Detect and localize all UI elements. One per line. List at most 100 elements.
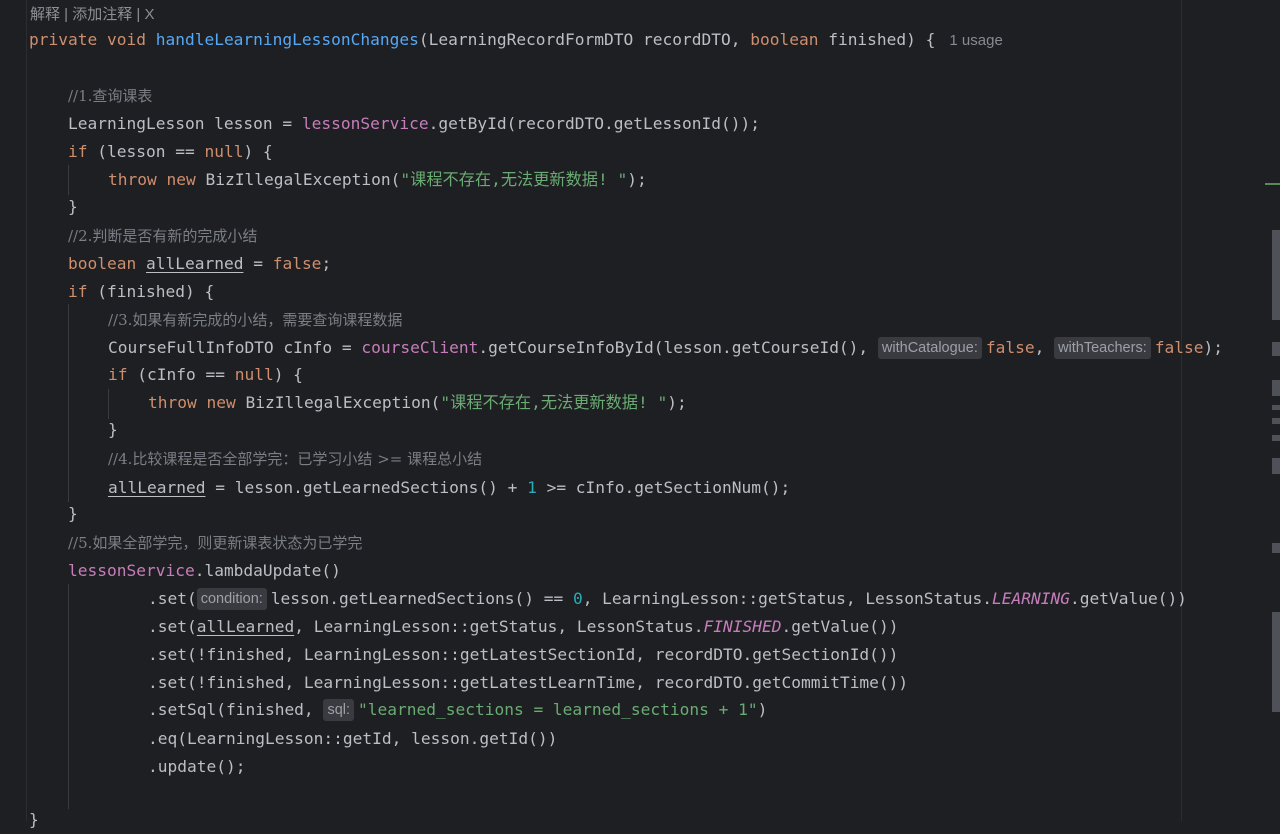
- method-params: (LearningRecordFormDTO recordDTO,: [418, 30, 751, 49]
- code-line-set-learn-time[interactable]: .set(!finished, LearningLesson::getLates…: [148, 669, 908, 697]
- keyword-new: new: [166, 170, 196, 189]
- scrollbar-marker: [1272, 230, 1280, 320]
- enum-finished: FINISHED: [703, 617, 782, 636]
- scrollbar-marker: [1272, 418, 1280, 424]
- code-text: .getById(recordDTO.getLessonId());: [428, 114, 760, 133]
- param-hint-sql[interactable]: sql:: [323, 699, 355, 721]
- code-text: .lambdaUpdate(): [194, 561, 341, 580]
- code-line-comment-3[interactable]: //3.如果有新完成的小结，需要查询课程数据: [108, 306, 402, 334]
- enum-learning: LEARNING: [992, 589, 1070, 608]
- code-line-comment-2[interactable]: //2.判断是否有新的完成小结: [68, 222, 257, 250]
- keyword-if: if: [68, 142, 88, 161]
- string-literal: "课程不存在,无法更新数据! ": [400, 170, 628, 189]
- ai-action-hints[interactable]: 解释 | 添加注释 | X: [30, 5, 154, 25]
- usage-hint[interactable]: 1 usage: [949, 32, 1002, 49]
- indent-guide: [68, 584, 69, 809]
- code-text: (lesson ==: [87, 142, 205, 161]
- number-literal: 0: [572, 589, 583, 608]
- field-lesson-service: lessonService: [68, 561, 195, 580]
- code-line-get-lesson[interactable]: LearningLesson lesson = lessonService.ge…: [68, 110, 760, 138]
- code-line-all-learned-decl[interactable]: boolean allLearned = false;: [68, 250, 331, 278]
- code-text: ) {: [273, 365, 303, 384]
- code-line-lambda-update[interactable]: lessonService.lambdaUpdate(): [68, 557, 341, 585]
- param-hint-with-catalogue[interactable]: withCatalogue:: [877, 337, 982, 359]
- method-params-end: finished) {: [818, 30, 936, 49]
- keyword-void: void: [106, 30, 146, 49]
- code-text: (cInfo ==: [127, 365, 235, 384]
- code-line-if-null[interactable]: if (lesson == null) {: [68, 138, 273, 166]
- comment: //5.如果全部学完，则更新课表状态为已学完: [68, 534, 363, 552]
- code-line-set-finished[interactable]: .set(allLearned, LearningLesson::getStat…: [148, 613, 898, 641]
- code-line-comment-4[interactable]: //4.比较课程是否全部学完：已学习小结 >= 课程总小结: [108, 445, 482, 473]
- code-text: .eq(LearningLesson::getId, lesson.getId(…: [148, 729, 558, 748]
- code-text: (finished) {: [87, 282, 215, 301]
- field-course-client: courseClient: [361, 338, 479, 357]
- code-line-if-finished[interactable]: if (finished) {: [68, 278, 214, 306]
- code-text: ,: [1034, 338, 1055, 357]
- string-literal: "learned_sections = learned_sections + 1…: [358, 700, 758, 719]
- keyword-null: null: [204, 142, 244, 161]
- indent-guide: [68, 165, 69, 195]
- param-hint-with-teachers[interactable]: withTeachers:: [1054, 337, 1151, 359]
- code-line-throw-2[interactable]: throw new BizIllegalException("课程不存在,无法更…: [148, 389, 687, 417]
- code-line-close-brace[interactable]: }: [108, 416, 118, 444]
- comment: //1.查询课表: [68, 87, 153, 105]
- code-text: ): [757, 700, 768, 719]
- code-line-comment-5[interactable]: //5.如果全部学完，则更新课表状态为已学完: [68, 529, 362, 557]
- indent-guide: [108, 389, 109, 419]
- code-line-close-brace[interactable]: }: [68, 193, 78, 221]
- code-line-method-end[interactable]: }: [29, 806, 39, 834]
- brace: }: [68, 197, 78, 216]
- code-line-set-section-id[interactable]: .set(!finished, LearningLesson::getLates…: [148, 641, 898, 669]
- scrollbar-marker: [1272, 380, 1280, 396]
- gutter-divider: [26, 0, 27, 821]
- method-name[interactable]: handleLearningLessonChanges: [156, 30, 419, 49]
- scrollbar-marker: [1272, 543, 1280, 553]
- code-text: .getCourseInfoById(lesson.getCourseId(),: [478, 338, 878, 357]
- code-line-update[interactable]: .update();: [148, 753, 245, 781]
- scrollbar-marker: [1272, 405, 1280, 410]
- keyword-false: false: [1154, 338, 1204, 357]
- code-text: CourseFullInfoDTO cInfo =: [108, 338, 362, 357]
- code-text: lesson.getLearnedSections() ==: [270, 589, 573, 608]
- keyword-throw: throw: [108, 170, 157, 189]
- code-line-close-brace[interactable]: }: [68, 500, 78, 528]
- exception-class: BizIllegalException(: [235, 393, 441, 412]
- code-text: = lesson.getLearnedSections() +: [205, 478, 528, 497]
- scrollbar-marker: [1272, 435, 1280, 441]
- code-text: .getValue()): [1069, 589, 1187, 608]
- brace: }: [68, 504, 78, 523]
- code-line-all-learned-assign[interactable]: allLearned = lesson.getLearnedSections()…: [108, 474, 790, 502]
- method-signature-line[interactable]: private void handleLearningLessonChanges…: [29, 26, 1003, 54]
- code-text: , LearningLesson::getStatus, LessonStatu…: [294, 617, 704, 636]
- comment: //2.判断是否有新的完成小结: [68, 227, 258, 245]
- code-text: .set(!finished, LearningLesson::getLates…: [148, 645, 899, 664]
- editor-scrollbar[interactable]: [1265, 0, 1280, 821]
- comment: //3.如果有新完成的小结，需要查询课程数据: [108, 311, 403, 329]
- keyword-false: false: [985, 338, 1035, 357]
- code-text: .set(: [148, 617, 197, 636]
- code-line-eq[interactable]: .eq(LearningLesson::getId, lesson.getId(…: [148, 725, 557, 753]
- code-line-throw-1[interactable]: throw new BizIllegalException("课程不存在,无法更…: [108, 166, 647, 194]
- keyword-if: if: [108, 365, 128, 384]
- code-line-set-sql[interactable]: .setSql(finished, sql: "learned_sections …: [148, 696, 767, 724]
- param-hint-condition[interactable]: condition:: [196, 588, 267, 610]
- code-text: .setSql(finished,: [148, 700, 324, 719]
- field-lesson-service: lessonService: [301, 114, 429, 133]
- keyword-private: private: [29, 30, 98, 49]
- brace: }: [108, 420, 118, 439]
- code-line-set-learning[interactable]: .set(condition: lesson.getLearnedSections…: [148, 585, 1187, 613]
- code-text: ;: [321, 254, 332, 273]
- code-line-get-course-info[interactable]: CourseFullInfoDTO cInfo = courseClient.g…: [108, 334, 1223, 362]
- indent-guide: [68, 304, 69, 502]
- scrollbar-marker: [1272, 612, 1280, 712]
- comment: //4.比较课程是否全部学完：已学习小结 >= 课程总小结: [108, 450, 483, 468]
- scrollbar-marker: [1272, 342, 1280, 356]
- variable-all-learned: allLearned: [145, 254, 244, 273]
- code-text: .getValue()): [781, 617, 899, 636]
- keyword-false: false: [272, 254, 322, 273]
- code-line-if-cinfo-null[interactable]: if (cInfo == null) {: [108, 361, 303, 389]
- number-literal: 1: [527, 478, 537, 497]
- variable-all-learned: allLearned: [108, 478, 206, 497]
- code-line-comment-1[interactable]: //1.查询课表: [68, 82, 152, 110]
